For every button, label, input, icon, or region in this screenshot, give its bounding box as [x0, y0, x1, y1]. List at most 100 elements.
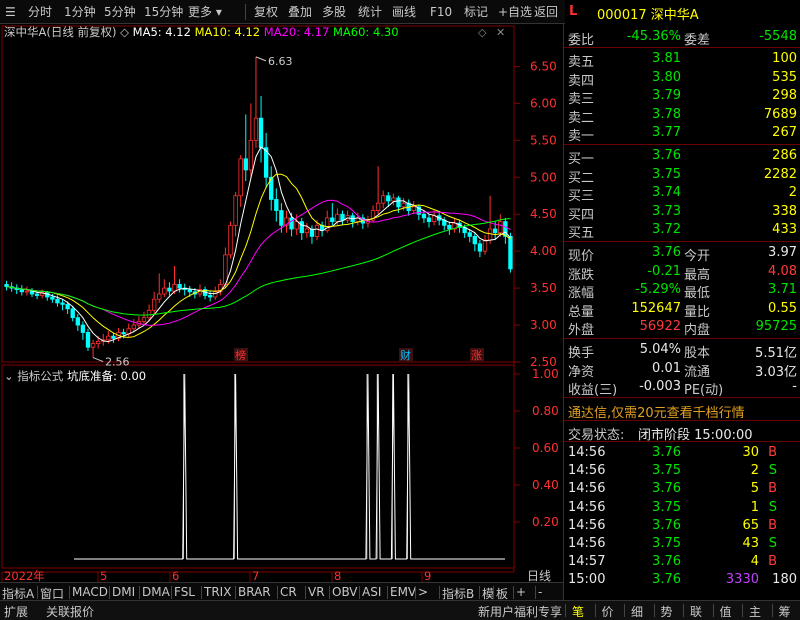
kline-chart[interactable]: 6.506.005.505.004.504.003.503.002.501.00… — [0, 24, 560, 594]
tick-volume: 5 — [750, 481, 759, 497]
event-label[interactable]: 财 — [400, 348, 411, 362]
detail-tab[interactable]: 势 — [661, 603, 673, 620]
tick-price: 3.76 — [652, 554, 681, 570]
candle-body — [493, 228, 498, 234]
stat2-value: 5.04% — [639, 342, 681, 357]
detail-tab[interactable]: 笔 — [572, 603, 584, 620]
candle-body — [467, 232, 472, 237]
indicator-tab[interactable]: TRIX — [204, 585, 231, 599]
toolbar-3[interactable]: 15分钟 — [142, 3, 185, 21]
toolbar-12[interactable]: +自选 — [496, 3, 534, 21]
kline-chart-area[interactable]: 6.50 6.00 5.50 5.00 4.50 4.00 3.50 3.00 2.50 1.00… — [0, 24, 560, 594]
tab-separator — [742, 604, 743, 617]
toolbar-5[interactable]: 复权 — [252, 3, 280, 21]
indicator-tab[interactable]: VR — [308, 585, 325, 599]
candle-body — [233, 195, 238, 226]
tick-side: S — [768, 463, 777, 479]
toolbar-6[interactable]: 叠加 — [286, 3, 314, 21]
detail-tab[interactable]: 联 — [690, 603, 702, 620]
stat2-label: 股本 — [684, 346, 711, 361]
stat2-row: 净资 0.01 流通 3.03亿 — [564, 360, 800, 380]
detail-tab[interactable]: 价 — [602, 603, 614, 620]
promo-link[interactable]: 新用户福利专享 — [478, 603, 562, 620]
event-label[interactable]: 榜 — [235, 348, 246, 362]
indicator-tab[interactable]: DMA — [142, 585, 170, 599]
tick-volume: 30 — [742, 445, 759, 460]
toolbar-2[interactable]: 5分钟 — [102, 3, 138, 21]
bottom-link[interactable]: 扩展 — [4, 603, 28, 620]
bid-price: 3.76 — [652, 148, 681, 163]
tick-volume: 3330 — [725, 572, 759, 588]
toolbar-13[interactable]: 返回 — [532, 3, 560, 21]
candle-body — [472, 235, 478, 245]
ask-price: 3.78 — [652, 106, 681, 122]
candle-body — [238, 158, 243, 197]
candle-body — [157, 293, 162, 300]
detail-tab[interactable]: 主 — [749, 603, 761, 620]
indicator-tab[interactable]: > — [418, 585, 428, 599]
stat2-value: 5.51亿 — [755, 346, 797, 361]
detail-tab[interactable]: 筹 — [779, 603, 791, 620]
indicator-tab[interactable]: BRAR — [238, 585, 271, 599]
event-label[interactable]: 涨 — [471, 349, 482, 362]
tab-separator — [277, 586, 278, 599]
bottom-link[interactable]: 关联报价 — [46, 603, 94, 620]
ask-volume: 298 — [772, 88, 797, 104]
price-tick-label: 5.00 — [530, 170, 557, 184]
detail-tab[interactable]: 细 — [631, 603, 643, 620]
candle-body — [279, 210, 284, 226]
low-mark: 2.56 — [105, 356, 130, 369]
candle-body — [50, 296, 55, 300]
ask-label: 卖三 — [568, 92, 595, 108]
weibi-row: 委比 -45.36% 委差 -5548 — [564, 28, 800, 48]
indicator-tab[interactable]: MACD — [72, 585, 108, 599]
detail-tab[interactable]: 值 — [720, 603, 732, 620]
ask-price: 3.77 — [652, 125, 681, 141]
stat2-row: 收益(三) -0.003 PE(动) - — [564, 378, 800, 399]
toolbar-9[interactable]: 画线 — [390, 3, 418, 21]
ask-label: 卖二 — [568, 110, 595, 126]
tick-side: B — [768, 445, 777, 460]
candle-body — [258, 117, 264, 149]
stat2-label: PE(动) — [684, 383, 724, 399]
indicator-tab[interactable]: - — [538, 585, 542, 599]
stat-value: 3.76 — [652, 245, 681, 260]
stat-row: 总量 152647 量比 0.55 — [564, 300, 800, 320]
ind-tick-label: 0.60 — [532, 441, 559, 455]
close-icon[interactable]: ✕ — [496, 26, 505, 39]
candle-body — [340, 213, 345, 221]
tick-time: 14:56 — [568, 463, 606, 479]
indicator-tab[interactable]: ASI — [362, 585, 381, 599]
tick-side: S — [768, 536, 777, 551]
toolbar-11[interactable]: 标记 — [462, 3, 490, 21]
period-label[interactable]: 日线 — [527, 569, 551, 583]
ask-volume: 267 — [772, 125, 797, 141]
toolbar-10[interactable]: F10 — [428, 3, 454, 21]
stat-value: 3.97 — [768, 245, 797, 260]
indicator-tab[interactable]: CR — [280, 585, 297, 599]
ask-label: 卖四 — [568, 73, 595, 89]
indicator-tab[interactable]: EMV — [390, 585, 416, 599]
indicator-tab[interactable]: DMI — [112, 585, 135, 599]
toolbar-4[interactable]: 更多 ▾ — [186, 3, 224, 21]
indicator-tab[interactable]: OBV — [332, 585, 358, 599]
tick-row: 14:56 3.76 5 B — [564, 480, 800, 498]
diamond-icon[interactable]: ◇ — [478, 26, 487, 39]
candle-body — [80, 324, 86, 333]
ad-link: 通达信,仅需20元查看千档行情 — [568, 406, 745, 421]
stat2-label: 净资 — [568, 364, 595, 380]
indicator-tab[interactable]: FSL — [174, 585, 195, 599]
tab-separator — [69, 586, 70, 599]
toolbar-8[interactable]: 统计 — [356, 3, 384, 21]
weibi-label: 委比 — [568, 33, 595, 48]
indicator-tab-bar: 指标A 窗口 MACD DMI DMA FSL TRIX BRAR CR VR OBV ASI EMV >… — [0, 582, 563, 601]
menu-icon[interactable]: ☰ — [3, 3, 18, 21]
ad-row[interactable]: 通达信,仅需20元查看千档行情 — [564, 401, 800, 421]
x-label: 9 — [424, 569, 431, 583]
toolbar-0[interactable]: 分时 — [26, 3, 54, 21]
stat2-value: 0.01 — [652, 360, 681, 376]
toolbar-7[interactable]: 多股 — [320, 3, 348, 21]
toolbar-1[interactable]: 1分钟 — [62, 3, 98, 21]
divider — [564, 441, 800, 442]
indicator-tab[interactable]: + — [516, 585, 526, 599]
